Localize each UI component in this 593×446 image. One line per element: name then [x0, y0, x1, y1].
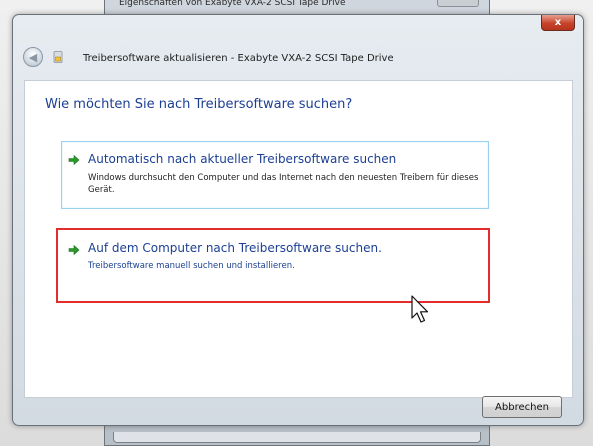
cancel-button[interactable]: Abbrechen [482, 396, 562, 418]
update-driver-dialog: x ◀ Treibersoftware aktualisieren - Exab… [12, 14, 584, 426]
option-description: Windows durchsucht den Computer und das … [88, 173, 479, 195]
option-browse-computer[interactable]: Auf dem Computer nach Treibersoftware su… [56, 228, 490, 303]
dialog-content: Wie möchten Sie nach Treibersoftware suc… [24, 80, 573, 398]
background-window-title: Eigenschaften von Exabyte VXA-2 SCSI Tap… [119, 0, 346, 8]
option-description: Treibersoftware manuell suchen und insta… [88, 261, 295, 271]
close-button[interactable]: x [541, 15, 575, 31]
back-arrow-icon: ◀ [28, 50, 38, 64]
tape-drive-icon [53, 51, 63, 63]
option-search-automatically[interactable]: Automatisch nach aktueller Treibersoftwa… [61, 141, 489, 209]
background-window-bottom [113, 432, 481, 443]
green-arrow-icon [68, 154, 80, 166]
background-window-controls [437, 0, 479, 7]
dialog-title: Treibersoftware aktualisieren - Exabyte … [83, 53, 394, 64]
main-instruction: Wie möchten Sie nach Treibersoftware suc… [45, 97, 353, 112]
back-button[interactable]: ◀ [23, 47, 43, 67]
mouse-pointer-icon [411, 295, 429, 323]
option-title: Auf dem Computer nach Treibersoftware su… [88, 241, 382, 255]
green-arrow-icon [68, 244, 80, 256]
option-title: Automatisch nach aktueller Treibersoftwa… [88, 152, 397, 166]
